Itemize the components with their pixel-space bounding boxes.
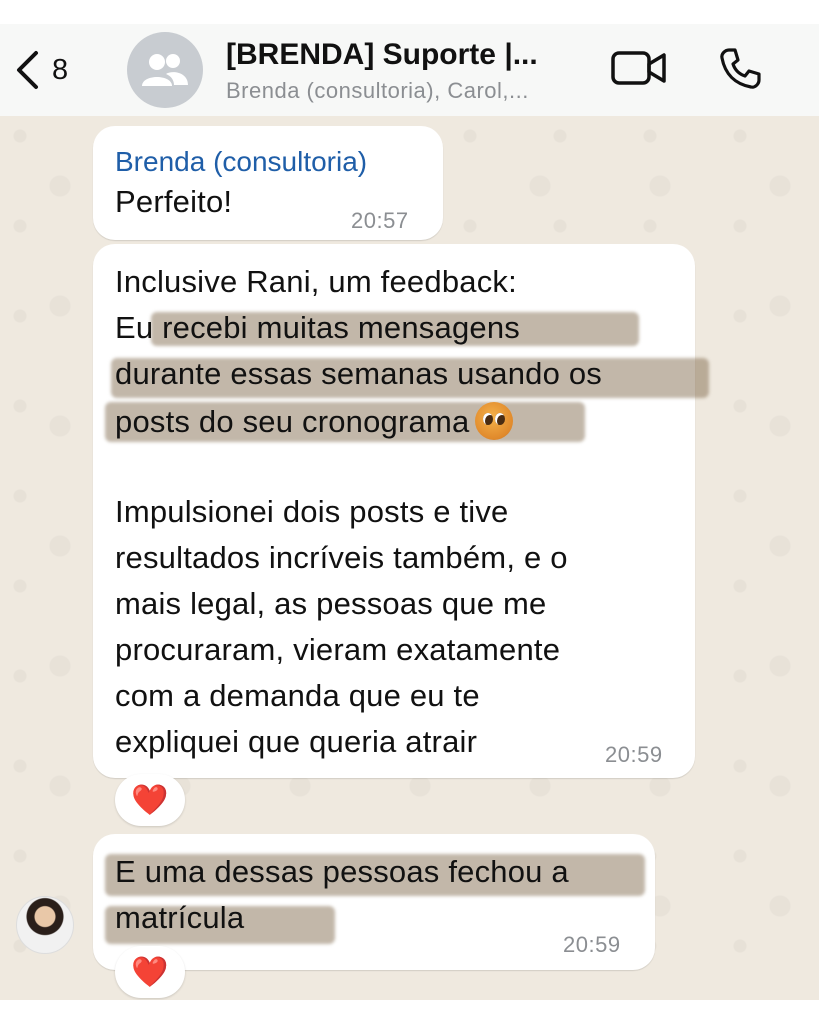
message-text: Inclusive Rani, um feedback: xyxy=(115,264,517,299)
phone-icon xyxy=(720,48,761,89)
voice-call-button[interactable] xyxy=(717,46,763,97)
reaction-badge[interactable]: ❤️ xyxy=(115,946,185,998)
chevron-left-icon xyxy=(17,51,38,89)
red-heart-icon: ❤️ xyxy=(131,783,169,817)
video-call-button[interactable] xyxy=(610,48,668,93)
message-text: durante essas semanas usando os xyxy=(115,356,603,391)
chat-area[interactable]: Brenda (consultoria) Perfeito! 20:57 Inc… xyxy=(0,116,819,1000)
message-bubble[interactable]: Inclusive Rani, um feedback: Eu recebi m… xyxy=(93,244,709,778)
message-text: Eu recebi muitas mensagens xyxy=(115,310,520,345)
message-text: procuraram, vieram exatamente xyxy=(115,632,561,667)
message-text: resultados incríveis também, e o xyxy=(115,540,568,575)
message-text: mais legal, as pessoas que me xyxy=(115,586,547,621)
message-text-with-emoji: posts do seu cronograma xyxy=(115,402,514,440)
chat-participants[interactable]: Brenda (consultoria), Carol,... xyxy=(226,78,586,104)
message-text: posts do seu cronograma xyxy=(115,404,470,439)
message-text: Impulsionei dois posts e tive xyxy=(115,494,509,529)
chat-header: 8 [BRENDA] Suporte |... Brenda (consulto… xyxy=(0,24,819,117)
bottom-bar xyxy=(0,1000,819,1024)
pleading-face-icon xyxy=(475,402,514,440)
video-camera-icon xyxy=(611,51,666,85)
chat-title[interactable]: [BRENDA] Suporte |... xyxy=(226,38,586,72)
reaction-badge[interactable]: ❤️ xyxy=(115,774,185,826)
message-bubble[interactable]: E uma dessas pessoas fechou a matrícula … xyxy=(93,834,655,970)
message-time: 20:57 xyxy=(351,208,409,233)
sender-avatar[interactable] xyxy=(16,896,74,954)
message-text: E uma dessas pessoas fechou a xyxy=(115,854,569,889)
group-icon xyxy=(142,54,188,86)
message-time: 20:59 xyxy=(563,932,621,957)
red-heart-icon: ❤️ xyxy=(131,955,169,989)
message-text: Perfeito! xyxy=(115,184,233,219)
unread-count: 8 xyxy=(52,53,69,86)
message-bubble[interactable]: Brenda (consultoria) Perfeito! 20:57 xyxy=(93,126,443,240)
message-text: com a demanda que eu te xyxy=(115,678,480,713)
message-time: 20:59 xyxy=(605,742,663,767)
message-text: matrícula xyxy=(115,900,245,935)
message-text: expliquei que queria atrair xyxy=(115,724,478,759)
back-button[interactable]: 8 xyxy=(14,46,68,94)
sender-name[interactable]: Brenda (consultoria) xyxy=(115,146,367,178)
group-avatar[interactable] xyxy=(127,32,203,108)
